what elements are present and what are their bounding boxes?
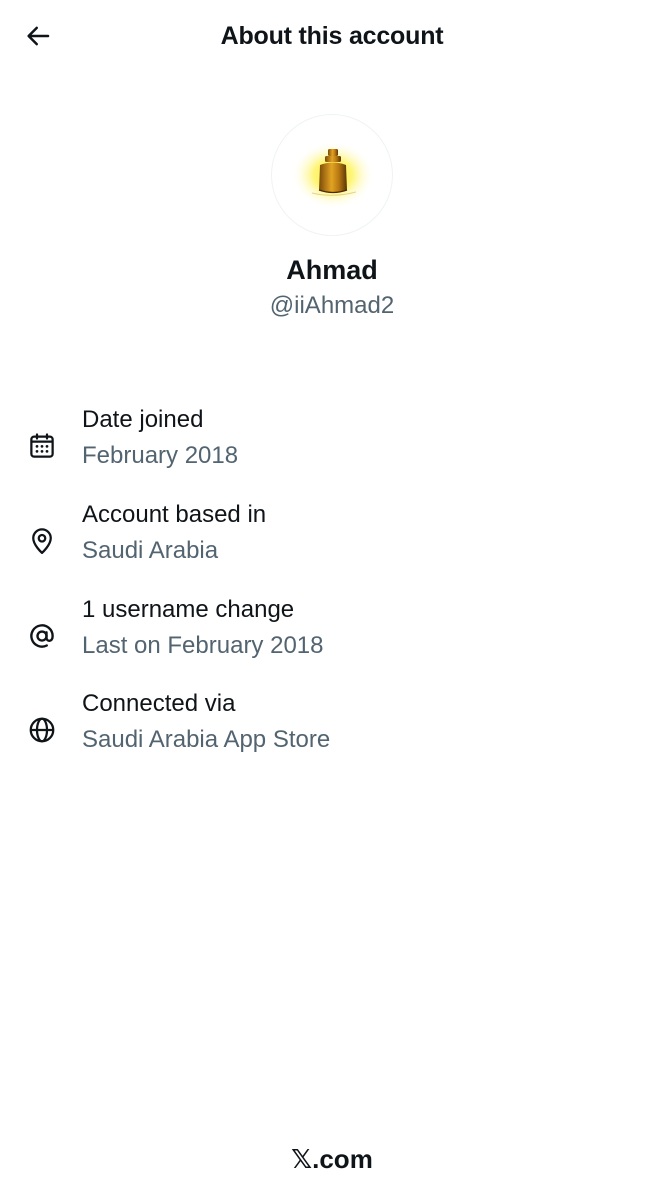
golden-weight-avatar	[291, 141, 375, 209]
x-logo-icon: 𝕏	[291, 1144, 313, 1175]
info-row-date-joined: Date joined February 2018	[0, 406, 664, 486]
globe-icon	[24, 712, 60, 748]
footer-domain: .com	[312, 1144, 373, 1174]
date-joined-value: February 2018	[82, 442, 239, 469]
info-row-username-change: 1 username change Last on February 2018	[0, 596, 664, 676]
username-handle: @iiAhmad2	[269, 292, 395, 319]
info-row-connected-via: Connected via Saudi Arabia App Store	[0, 690, 664, 770]
display-name: Ahmad	[286, 255, 378, 285]
at-sign-icon	[24, 618, 60, 654]
top-bar: About this account	[0, 0, 664, 74]
footer-brand: 𝕏 .com	[0, 1144, 664, 1175]
calendar-icon	[24, 428, 60, 464]
connected-via-value: Saudi Arabia App Store	[82, 726, 331, 753]
account-based-in-label: Account based in	[82, 501, 267, 528]
about-account-page: About this account Ahmad @iiAhmad2 Date …	[0, 0, 664, 1200]
connected-via-label: Connected via	[82, 690, 236, 717]
username-change-label: 1 username change	[82, 596, 295, 623]
avatar[interactable]	[271, 114, 393, 236]
location-pin-icon	[24, 523, 60, 559]
page-title: About this account	[220, 22, 444, 50]
date-joined-label: Date joined	[82, 406, 204, 433]
account-based-in-value: Saudi Arabia	[82, 537, 219, 564]
info-row-account-based-in: Account based in Saudi Arabia	[0, 501, 664, 581]
username-change-value: Last on February 2018	[82, 632, 324, 659]
